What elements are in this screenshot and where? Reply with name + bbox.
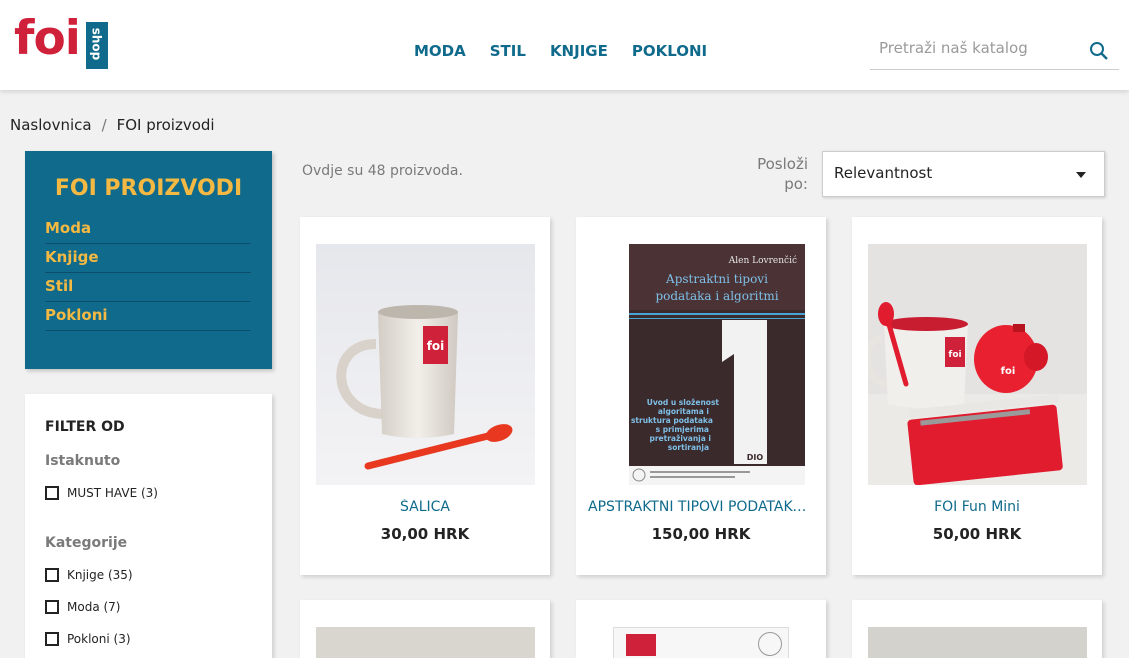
filter-group-categories: Kategorije xyxy=(45,535,128,551)
main-navigation: MODA STIL KNJIGE POKLONI xyxy=(414,42,707,60)
filter-must-have-label: MUST HAVE (3) xyxy=(67,486,158,500)
foi-logo-icon xyxy=(626,634,656,656)
search-input[interactable] xyxy=(879,39,1079,57)
logo-shop-text: shop xyxy=(89,27,104,61)
product-image-mug[interactable]: foi xyxy=(316,244,535,485)
book-cover-image: Alen Lovrenčić Apstraktni tipovi podatak… xyxy=(592,244,811,485)
checkbox[interactable] xyxy=(45,600,59,614)
logo-shop-box: shop xyxy=(86,22,108,69)
svg-text:foi: foi xyxy=(1001,366,1016,377)
filter-pokloni[interactable]: Pokloni (3) xyxy=(45,632,131,646)
book-sub-2: algoritama i xyxy=(658,407,709,416)
filter-group-featured: Istaknuto xyxy=(45,453,121,469)
product-image-fun-mini[interactable]: foi foi xyxy=(868,244,1087,485)
product-image-book[interactable]: Alen Lovrenčić Apstraktni tipovi podatak… xyxy=(592,244,811,485)
category-block: FOI PROIZVODI Moda Knjige Stil Pokloni xyxy=(25,151,272,369)
logo-foi-text: foi xyxy=(14,11,81,66)
book-sub-1: Uvod u složenost xyxy=(647,398,720,407)
caret-down-icon xyxy=(1076,172,1086,178)
product-image[interactable] xyxy=(613,627,789,658)
search-icon[interactable] xyxy=(1089,41,1109,61)
gift-set-image: foi foi xyxy=(868,244,1087,485)
filter-moda-label: Moda (7) xyxy=(67,600,121,614)
breadcrumb-home[interactable]: Naslovnica xyxy=(10,116,92,134)
product-price: 50,00 HRK xyxy=(932,525,1022,543)
breadcrumb-current[interactable]: FOI proizvodi xyxy=(117,116,215,134)
nav-moda[interactable]: MODA xyxy=(414,42,466,60)
product-card[interactable] xyxy=(300,600,550,658)
svg-text:foi: foi xyxy=(948,350,961,360)
product-price: 150,00 HRK xyxy=(651,525,751,543)
book-sub-3: struktura podataka xyxy=(631,416,713,425)
category-link-moda[interactable]: Moda xyxy=(45,215,251,244)
breadcrumb-separator: / xyxy=(101,116,107,134)
book-title-2: podataka i algoritmi xyxy=(655,289,778,303)
product-name[interactable]: APSTRAKTNI TIPOVI PODATAKA I ALGORITMI xyxy=(576,499,826,515)
product-name[interactable]: FOI Fun Mini xyxy=(852,499,1102,515)
product-image[interactable] xyxy=(868,627,1087,658)
product-card[interactable]: foi foi FOI Fun Mini 50,00 HRK xyxy=(852,217,1102,575)
book-title-1: Apstraktni tipovi xyxy=(665,272,768,286)
book-part: DIO xyxy=(747,453,764,462)
product-card[interactable]: Alen Lovrenčić Apstraktni tipovi podatak… xyxy=(576,217,826,575)
sort-label: Posloži po: xyxy=(757,155,808,193)
svg-text:foi: foi xyxy=(427,339,445,353)
category-link-pokloni[interactable]: Pokloni xyxy=(45,302,251,331)
product-card[interactable] xyxy=(852,600,1102,658)
nav-knjige[interactable]: KNJIGE xyxy=(550,42,608,60)
filter-title: FILTER OD xyxy=(45,419,125,435)
seal-icon xyxy=(758,632,782,656)
filter-pokloni-label: Pokloni (3) xyxy=(67,632,131,646)
category-list: Moda Knjige Stil Pokloni xyxy=(45,215,251,331)
filter-moda[interactable]: Moda (7) xyxy=(45,600,120,614)
foi-shop-logo[interactable]: foi shop xyxy=(14,11,108,69)
filter-block: FILTER OD Istaknuto MUST HAVE (3) Katego… xyxy=(25,394,272,658)
product-image[interactable] xyxy=(316,627,535,658)
checkbox[interactable] xyxy=(45,568,59,582)
checkbox[interactable] xyxy=(45,632,59,646)
product-card[interactable]: foi ŠALICA 30,00 HRK xyxy=(300,217,550,575)
category-link-stil[interactable]: Stil xyxy=(45,273,251,302)
nav-pokloni[interactable]: POKLONI xyxy=(632,42,707,60)
site-header: foi shop MODA STIL KNJIGE POKLONI xyxy=(0,0,1129,90)
sort-select[interactable]: Relevantnost xyxy=(822,151,1105,197)
filter-knjige[interactable]: Knjige (35) xyxy=(45,568,133,582)
product-name[interactable]: ŠALICA xyxy=(300,499,550,515)
search-bar xyxy=(870,31,1119,70)
sort-selected-value: Relevantnost xyxy=(834,164,933,182)
nav-stil[interactable]: STIL xyxy=(490,42,526,60)
filter-must-have[interactable]: MUST HAVE (3) xyxy=(45,486,158,500)
checkbox[interactable] xyxy=(45,486,59,500)
product-price: 30,00 HRK xyxy=(380,525,470,543)
breadcrumb: Naslovnica / FOI proizvodi xyxy=(10,116,215,134)
book-author: Alen Lovrenčić xyxy=(728,255,797,266)
book-sub-6: sortiranja xyxy=(668,443,709,452)
book-sub-5: pretraživanja i xyxy=(649,434,711,443)
filter-knjige-label: Knjige (35) xyxy=(67,568,133,582)
mug-image: foi xyxy=(316,244,535,485)
product-count: Ovdje su 48 proizvoda. xyxy=(302,163,463,179)
book-sub-4: s primjerima xyxy=(656,425,709,434)
category-block-title: FOI PROIZVODI xyxy=(54,176,243,201)
category-link-knjige[interactable]: Knjige xyxy=(45,244,251,273)
product-card[interactable] xyxy=(576,600,826,658)
